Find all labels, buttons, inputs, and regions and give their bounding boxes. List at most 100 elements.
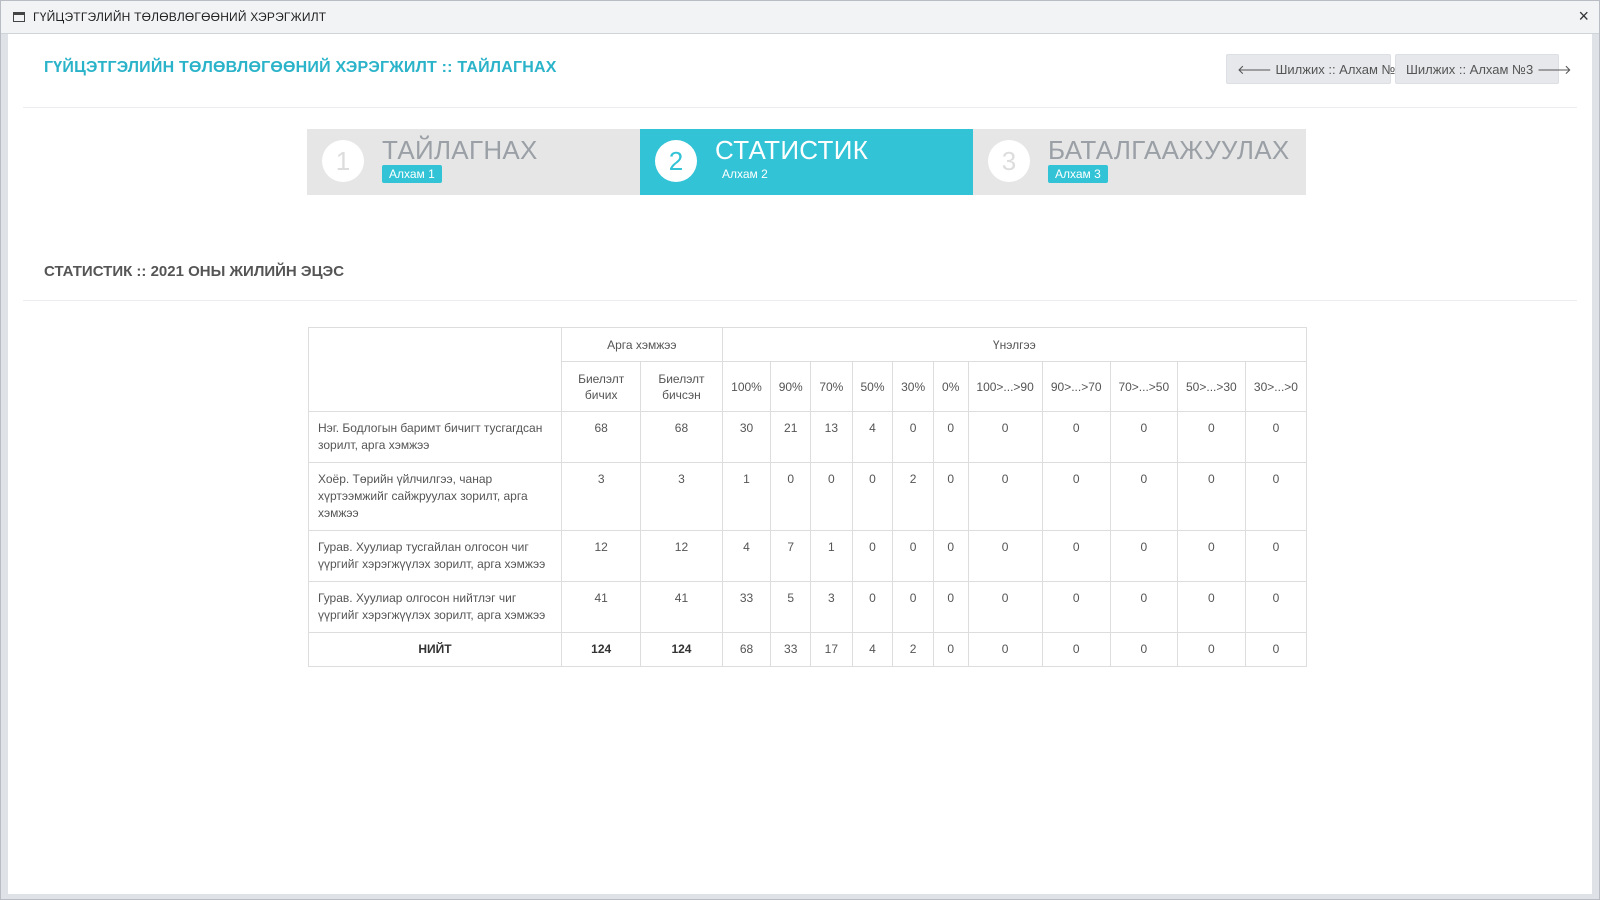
step-title: БАТАЛГААЖУУЛАХ: [1048, 135, 1290, 165]
table-cell: 0: [967, 530, 1043, 582]
wizard-steps: 1 ТАЙЛАГНАХ Алхам 1 2 СТАТИСТИК Алхам 2 …: [307, 129, 1306, 195]
row-label: Гурав. Хуулиар тусгайлан олгосон чиг үүр…: [307, 530, 563, 582]
table-cell: 0: [932, 581, 969, 633]
column-header: 70>...>50: [1109, 361, 1178, 412]
table-cell: 3: [810, 581, 853, 633]
corner-header: [307, 327, 563, 412]
row-label: Гурав. Хуулиар олгосон нийтлэг чиг үүрги…: [307, 581, 563, 633]
column-header: 70%: [810, 361, 853, 412]
row-label: Хоёр. Төрийн үйлчилгээ, чанар хүртээмжий…: [307, 462, 563, 531]
table-cell: 0: [1244, 581, 1308, 633]
column-header: 90%: [770, 361, 812, 412]
total-cell: 0: [1109, 632, 1178, 667]
table-cell: 0: [1176, 530, 1246, 582]
table-cell: 0: [1041, 530, 1111, 582]
table-cell: 0: [1041, 581, 1111, 633]
step-badge: Алхам 3: [1048, 165, 1108, 183]
table-cell: 41: [561, 581, 642, 633]
table-cell: 4: [851, 411, 894, 463]
total-row: НИЙТ 124 124 68 33 17 4 2 0 0 0 0 0 0: [307, 632, 1308, 667]
total-cell: 0: [1041, 632, 1111, 667]
table-cell: 0: [1109, 581, 1178, 633]
header-divider: [23, 107, 1577, 108]
total-cell: 33: [770, 632, 812, 667]
table-cell: 4: [721, 530, 772, 582]
step-badge: Алхам 2: [722, 167, 768, 181]
column-header: 100>...>90: [967, 361, 1043, 412]
arrow-left-icon: 🡐: [1237, 62, 1272, 77]
table-cell: 0: [892, 530, 934, 582]
total-cell: 4: [851, 632, 894, 667]
app-window: ГҮЙЦЭТГЭЛИЙН ТӨЛӨВЛӨГӨӨНИЙ ХЭРЭГЖИЛТ × Г…: [0, 0, 1600, 900]
step-2[interactable]: 2 СТАТИСТИК Алхам 2: [640, 129, 973, 195]
step-3[interactable]: 3 БАТАЛГААЖУУЛАХ Алхам 3: [973, 129, 1306, 195]
group-header-measures: Арга хэмжээ: [561, 327, 723, 362]
table-cell: 0: [1109, 462, 1178, 531]
total-cell: 0: [1176, 632, 1246, 667]
table-cell: 1: [721, 462, 772, 531]
table-cell: 3: [561, 462, 642, 531]
total-cell: 2: [892, 632, 934, 667]
column-header: 30>...>0: [1244, 361, 1308, 412]
table-cell: 2: [892, 462, 934, 531]
step-number: 2: [655, 140, 697, 182]
table-cell: 5: [770, 581, 812, 633]
table-cell: 0: [1244, 462, 1308, 531]
table-row: Нэг. Бодлогын баримт бичигт тусгагдсан з…: [307, 411, 1308, 463]
section-title: СТАТИСТИК :: 2021 ОНЫ ЖИЛИЙН ЭЦЭС: [44, 263, 345, 280]
column-header: Биелэлт бичсэн: [640, 361, 723, 412]
table-cell: 0: [1109, 411, 1178, 463]
column-header: 50%: [851, 361, 894, 412]
table-cell: 0: [967, 581, 1043, 633]
table-cell: 13: [810, 411, 853, 463]
table-cell: 0: [932, 462, 969, 531]
table-cell: 0: [892, 411, 934, 463]
prev-step-button[interactable]: 🡐 Шилжих :: Алхам №1: [1226, 54, 1403, 84]
table-cell: 0: [851, 530, 894, 582]
total-cell: 17: [810, 632, 853, 667]
total-cell: 68: [721, 632, 772, 667]
table-cell: 0: [1244, 530, 1308, 582]
table-cell: 0: [932, 530, 969, 582]
table-cell: 12: [561, 530, 642, 582]
column-header: 50>...>30: [1176, 361, 1246, 412]
table-cell: 0: [1041, 462, 1111, 531]
total-cell: 124: [561, 632, 642, 667]
total-cell: 0: [932, 632, 969, 667]
step-title: СТАТИСТИК: [715, 135, 869, 165]
window-icon: [13, 12, 25, 22]
section-divider: [23, 300, 1577, 301]
next-step-label: Шилжих :: Алхам №3: [1406, 62, 1534, 77]
next-step-button[interactable]: Шилжих :: Алхам №3 🡒: [1395, 54, 1572, 84]
group-header-evaluation: Үнэлгээ: [721, 327, 1308, 362]
step-number: 3: [988, 140, 1030, 182]
column-header: Биелэлт бичих: [561, 361, 642, 412]
row-label: Нэг. Бодлогын баримт бичигт тусгагдсан з…: [307, 411, 563, 463]
table-cell: 12: [640, 530, 723, 582]
table-cell: 68: [561, 411, 642, 463]
total-cell: 0: [967, 632, 1043, 667]
prev-step-label: Шилжих :: Алхам №1: [1275, 62, 1403, 77]
table-cell: 30: [721, 411, 772, 463]
table-cell: 0: [892, 581, 934, 633]
table-cell: 0: [967, 411, 1043, 463]
table-cell: 0: [810, 462, 853, 531]
table-cell: 1: [810, 530, 853, 582]
close-icon[interactable]: ×: [1578, 7, 1589, 25]
total-cell: 0: [1244, 632, 1308, 667]
table-row: Хоёр. Төрийн үйлчилгээ, чанар хүртээмжий…: [307, 462, 1308, 531]
table-row: Гурав. Хуулиар тусгайлан олгосон чиг үүр…: [307, 530, 1308, 582]
table-body: Нэг. Бодлогын баримт бичигт тусгагдсан з…: [307, 411, 1308, 667]
column-header: 100%: [721, 361, 772, 412]
table-row: Гурав. Хуулиар олгосон нийтлэг чиг үүрги…: [307, 581, 1308, 633]
table-cell: 0: [851, 581, 894, 633]
step-1[interactable]: 1 ТАЙЛАГНАХ Алхам 1: [307, 129, 640, 195]
table-cell: 0: [967, 462, 1043, 531]
table-cell: 0: [1244, 411, 1308, 463]
page-title: ГҮЙЦЭТГЭЛИЙН ТӨЛӨВЛӨГӨӨНИЙ ХЭРЭГЖИЛТ :: …: [44, 59, 557, 76]
arrow-right-icon: 🡒: [1536, 62, 1572, 77]
table-cell: 0: [1176, 411, 1246, 463]
table-cell: 0: [1041, 411, 1111, 463]
total-label: НИЙТ: [307, 632, 563, 667]
table-cell: 41: [640, 581, 723, 633]
